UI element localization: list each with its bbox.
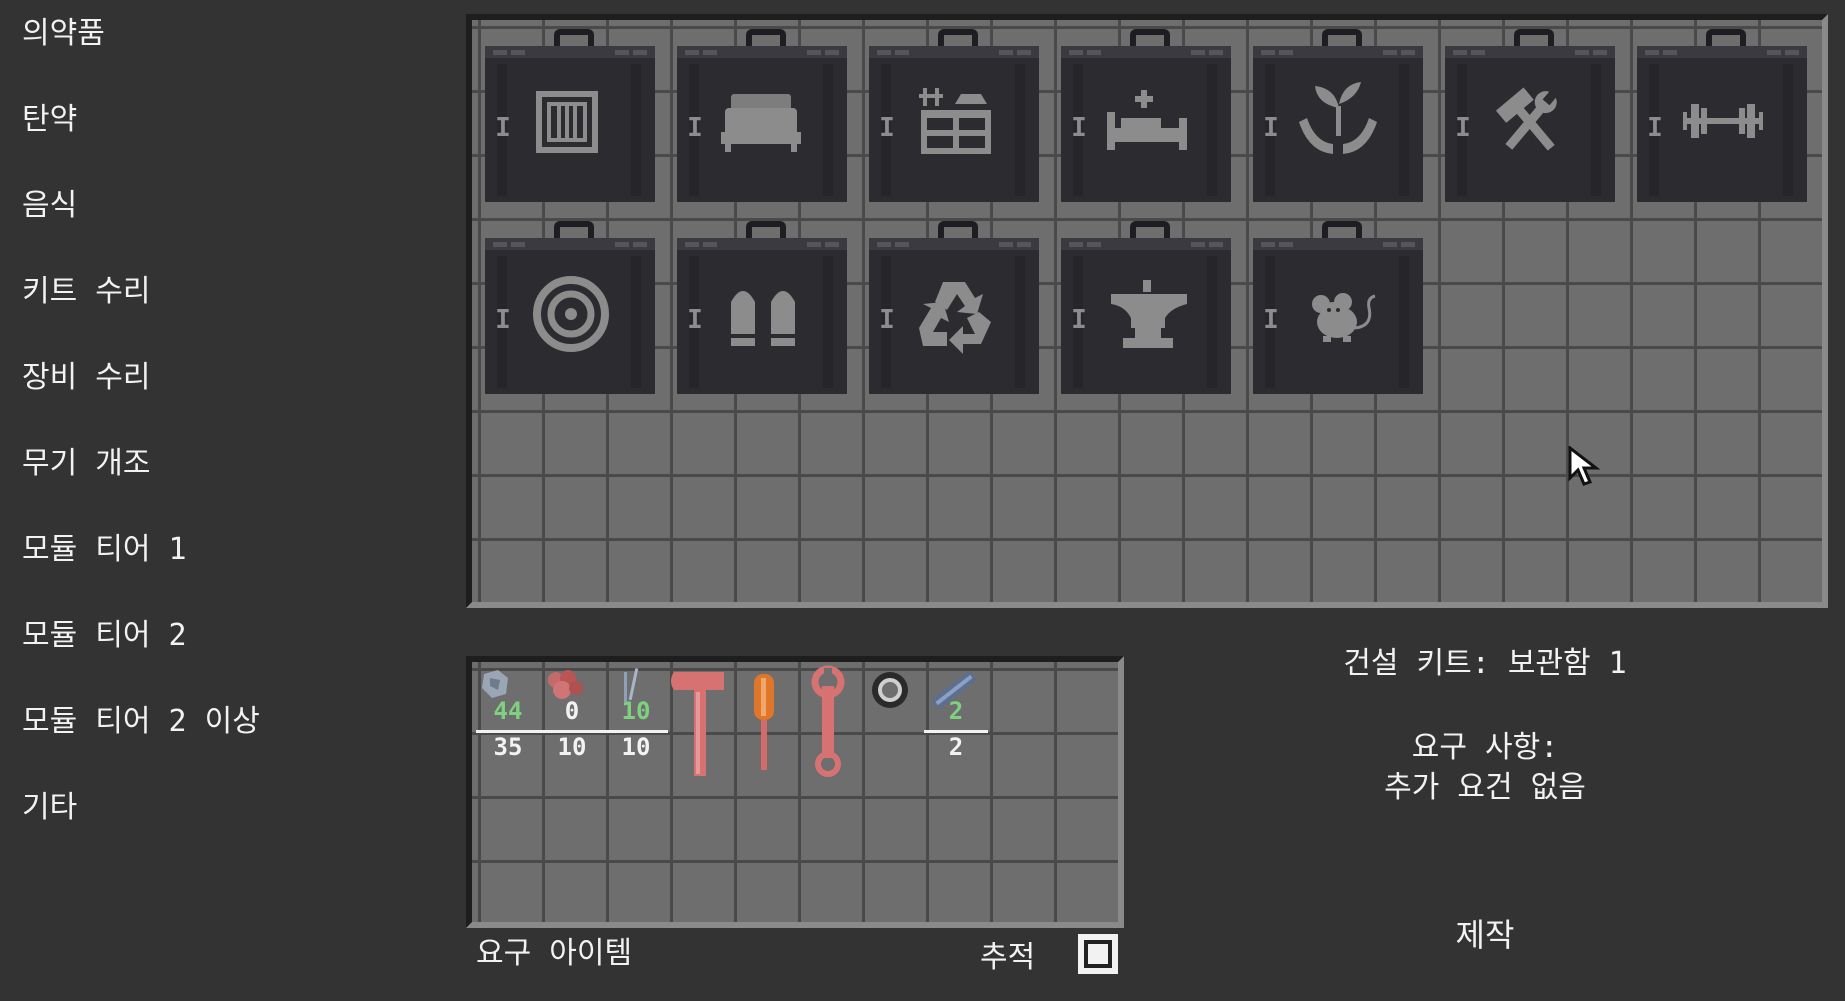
svg-text:I: I [495, 305, 511, 335]
item-have-count: 10 [621, 697, 651, 725]
svg-text:I: I [1647, 113, 1663, 143]
dumbbell-icon: I [1637, 29, 1807, 202]
duct-tape-icon [872, 672, 908, 708]
required-item-nails[interactable]: 10 10 [604, 664, 668, 789]
kit-slot-mouse[interactable]: I [1249, 220, 1425, 398]
item-need-count: 2 [924, 730, 988, 760]
category-food[interactable]: 음식 [22, 184, 77, 228]
bullets-icon: I [677, 221, 847, 394]
kit-slot-medical-bed[interactable]: I [1057, 28, 1233, 206]
svg-text:I: I [495, 113, 511, 143]
requirements-title: 요구 사항: [1411, 730, 1559, 765]
category-kit-repair[interactable]: 키트 수리 [22, 270, 150, 314]
requirements-value: 추가 요건 없음 [1384, 770, 1586, 805]
storage-locker-icon: I [485, 29, 655, 202]
category-module-tier-2-plus[interactable]: 모듈 티어 2 이상 [22, 700, 260, 744]
kit-slot-recycle[interactable]: I [865, 220, 1041, 398]
kit-slot-hammer-wrench[interactable]: I [1441, 28, 1617, 206]
required-item-red-parts[interactable]: 0 10 [540, 664, 604, 789]
svg-text:I: I [1263, 305, 1279, 335]
category-ammo[interactable]: 탄약 [22, 98, 77, 142]
kitchen-stove-icon: I [869, 29, 1039, 202]
anvil-icon: I [1061, 221, 1231, 394]
svg-text:I: I [687, 305, 703, 335]
kit-slot-bullets[interactable]: I [673, 220, 849, 398]
track-label: 추적 [980, 940, 1036, 975]
svg-text:I: I [1071, 305, 1087, 335]
category-gear-repair[interactable]: 장비 수리 [22, 356, 150, 400]
required-item-duct-tape[interactable] [860, 664, 924, 789]
category-module-tier-1[interactable]: 모듈 티어 1 [22, 528, 187, 572]
craft-button[interactable]: 제작 [1420, 910, 1550, 960]
hammer-wrench-icon: I [1445, 29, 1615, 202]
category-weapon-mods[interactable]: 무기 개조 [22, 442, 150, 486]
hammer-icon [671, 672, 724, 776]
plant-hands-icon: I [1253, 29, 1423, 202]
item-need-count: 10 [604, 730, 668, 760]
svg-text:I: I [1263, 113, 1279, 143]
item-need-count: 35 [476, 730, 540, 760]
required-item-hammer[interactable] [668, 664, 732, 789]
item-have-count: 44 [493, 697, 523, 725]
required-item-scrap-metal[interactable]: 44 35 [476, 664, 540, 789]
required-item-metal-pipe[interactable]: 22 [924, 664, 988, 789]
kit-slot-bed[interactable]: I [673, 28, 849, 206]
wrench-icon [811, 665, 845, 777]
item-need-count: 10 [540, 730, 604, 760]
kit-slot-anvil[interactable]: I [1057, 220, 1233, 398]
category-misc[interactable]: 기타 [22, 786, 77, 830]
category-module-tier-2[interactable]: 모듈 티어 2 [22, 614, 187, 658]
svg-text:I: I [879, 305, 895, 335]
svg-text:I: I [1455, 113, 1471, 143]
kit-name: 건설 키트: 보관함 1 [1343, 646, 1627, 681]
kit-slot-target[interactable]: I [481, 220, 657, 398]
kit-slot-plant-hands[interactable]: I [1249, 28, 1425, 206]
kit-slot-storage-locker[interactable]: I [481, 28, 657, 206]
mouse-cursor-icon [1568, 446, 1601, 486]
category-medicine[interactable]: 의약품 [22, 12, 105, 56]
kit-slot-kitchen-stove[interactable]: I [865, 28, 1041, 206]
kit-slot-dumbbell[interactable]: I [1633, 28, 1809, 206]
target-icon: I [485, 221, 655, 394]
category-sidebar: 의약품 탄약 음식 키트 수리 장비 수리 무기 개조 모듈 티어 1 모듈 티… [0, 0, 440, 1001]
recycle-icon: I [869, 221, 1039, 394]
screwdriver-icon [754, 674, 774, 770]
track-checkbox[interactable] [1078, 934, 1118, 974]
required-item-wrench[interactable] [796, 664, 860, 789]
required-item-screwdriver[interactable] [732, 664, 796, 789]
item-have-count: 2 [948, 697, 964, 725]
svg-text:I: I [687, 113, 703, 143]
svg-text:I: I [879, 113, 895, 143]
required-items-label: 요구 아이템 [476, 936, 633, 971]
svg-text:I: I [1071, 113, 1087, 143]
bed-icon: I [677, 29, 847, 202]
mouse-icon: I [1253, 221, 1423, 394]
medical-bed-icon: I [1061, 29, 1231, 202]
item-have-count: 0 [564, 697, 580, 725]
